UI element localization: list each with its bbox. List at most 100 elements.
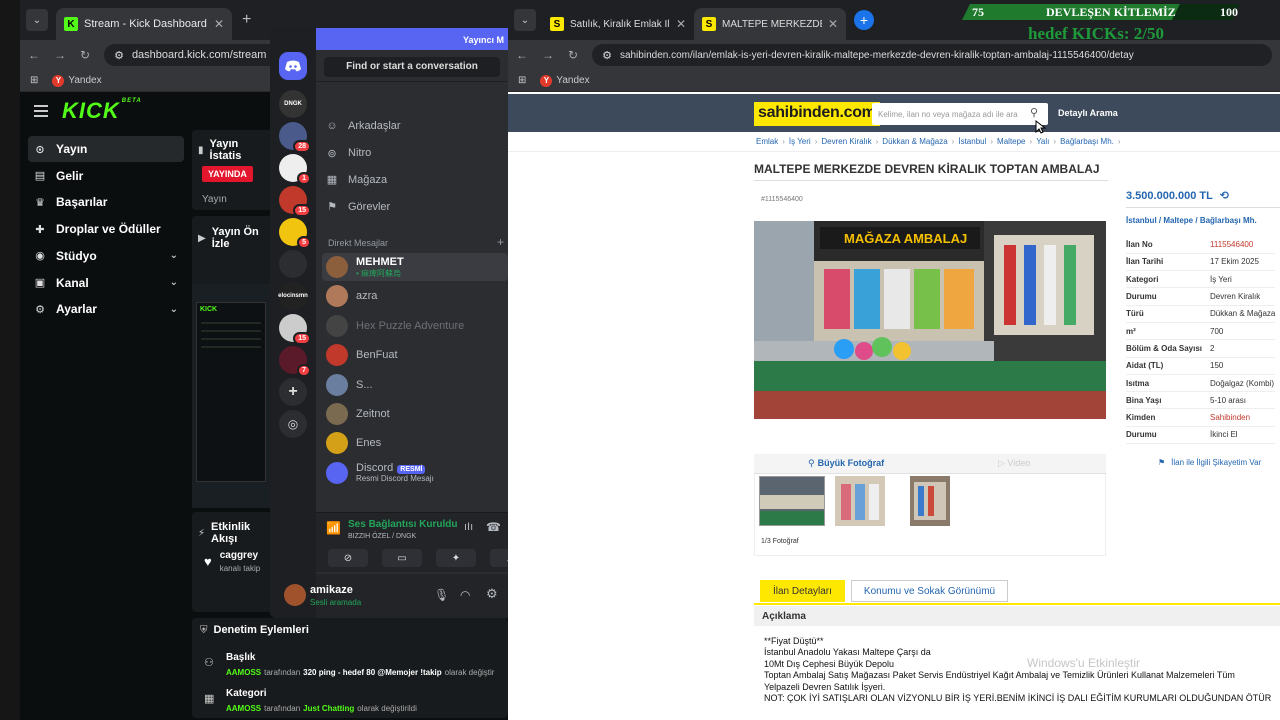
sidebar-item-7[interactable]: ⚙ Ayarlar ⌄ — [28, 296, 184, 322]
apps-grid-icon[interactable]: ⊞ — [518, 75, 526, 86]
new-dm-plus-icon[interactable]: + — [497, 235, 504, 249]
moderation-user[interactable]: AAMOSS — [226, 668, 261, 677]
screen-share-button[interactable]: ▭ — [382, 549, 422, 567]
detailed-search-link[interactable]: Detaylı Arama — [1058, 108, 1118, 118]
soundboard-button[interactable]: ♫ — [490, 549, 508, 567]
server-icon-8[interactable]: 15 — [279, 314, 311, 345]
kick-logo[interactable]: KICK BETA — [62, 98, 142, 124]
bookmark-yandex[interactable]: Y Yandex — [540, 74, 590, 87]
breadcrumb-item[interactable]: Devren Kiralık — [821, 137, 871, 146]
camera-off-button[interactable]: ⊘ — [328, 549, 368, 567]
location-neighborhood[interactable]: Bağlarbaşı Mh. — [1200, 216, 1257, 225]
close-tab-icon[interactable]: ✕ — [676, 17, 686, 31]
close-tab-icon[interactable]: ✕ — [828, 17, 838, 31]
sidebar-item-2[interactable]: ▤ Gelir — [28, 163, 184, 189]
breadcrumb-item[interactable]: Emlak — [756, 137, 778, 146]
server-icon-4[interactable]: 15 — [279, 186, 311, 217]
dm-item[interactable]: Hex Puzzle Adventure — [326, 312, 508, 340]
server-icon-6[interactable] — [279, 250, 307, 278]
big-photo-button[interactable]: ⚲ Büyük Fotoğraf — [808, 458, 884, 469]
reload-icon[interactable]: ↻ — [80, 48, 90, 62]
dm-item[interactable]: Enes — [326, 429, 508, 457]
new-tab-icon[interactable]: + — [854, 10, 874, 30]
sidebar-item-3[interactable]: ♛ Başarılar — [28, 189, 184, 215]
menu-hamburger-icon[interactable] — [34, 102, 48, 120]
breadcrumb-item[interactable]: Maltepe — [997, 137, 1025, 146]
breadcrumb-item[interactable]: İş Yeri — [789, 137, 811, 146]
sidebar-item-5[interactable]: ◉ Stüdyo ⌄ — [28, 243, 184, 269]
discord-nav-1[interactable]: ☺ Arkadaşlar — [326, 120, 400, 132]
sahibinden-logo[interactable]: sahibinden.com — [754, 102, 880, 126]
bookmark-yandex[interactable]: Y Yandex — [52, 74, 102, 87]
sidebar-item-4[interactable]: ✚ Droplar ve Ödüller — [28, 216, 184, 242]
chevron-down-icon[interactable]: ⌄ — [170, 277, 178, 288]
discord-nav-3[interactable]: ▦ Mağaza — [326, 173, 387, 187]
thumbnail-2[interactable] — [835, 476, 885, 526]
tab-listing-details[interactable]: İlan Detayları — [760, 580, 845, 602]
moderation-user[interactable]: AAMOSS — [226, 704, 261, 713]
breadcrumb-item[interactable]: Dükkan & Mağaza — [882, 137, 947, 146]
server-icon-7[interactable]: elocinsmn — [278, 282, 308, 310]
location-city[interactable]: İstanbul — [1126, 216, 1157, 225]
voice-channel[interactable]: BIZZIH ÖZEL / DNGK — [348, 533, 416, 540]
user-avatar[interactable] — [284, 584, 306, 606]
sahibinden-url-field[interactable]: ⚙ sahibinden.com/ilan/emlak-is-yeri-devr… — [592, 44, 1272, 66]
user-settings-gear-icon[interactable]: ⚙ — [486, 586, 498, 602]
server-icon-2[interactable]: 28 — [279, 122, 311, 153]
server-icon-1[interactable]: DNGK — [279, 90, 307, 118]
stream-preview-video[interactable]: KICK — [192, 284, 272, 508]
dm-item[interactable]: S... — [326, 371, 508, 399]
discord-nav-4[interactable]: ⚑ Görevler — [326, 200, 390, 214]
noise-wave-icon[interactable]: ıIı — [464, 521, 473, 533]
report-listing-link[interactable]: ⚑ İlan ile İlgili Şikayetim Var — [1158, 458, 1261, 467]
dm-item[interactable]: MEHMET • 痲痺阿蘇烏 — [322, 253, 508, 281]
tab-location-street-view[interactable]: Konumu ve Sokak Görünümü — [850, 580, 1009, 602]
apps-grid-icon[interactable]: ⊞ — [30, 75, 38, 86]
breadcrumb-item[interactable]: Bağlarbaşı Mh. — [1060, 137, 1114, 146]
thumbnail-1[interactable] — [759, 476, 825, 526]
forward-icon[interactable]: → — [54, 48, 66, 62]
search-magnifier-icon[interactable]: ⚲ — [1030, 106, 1038, 119]
listing-main-photo[interactable]: MAĞAZA AMBALAJ — [754, 221, 1106, 419]
disconnect-icon[interactable]: ☎ — [486, 520, 501, 534]
activities-button[interactable]: ✦ — [436, 549, 476, 567]
tab-search-icon[interactable]: ⌄ — [514, 9, 536, 31]
microphone-icon[interactable]: 🎙 — [434, 588, 449, 602]
server-icon-5[interactable]: 5 — [279, 218, 311, 249]
discord-nav-2[interactable]: ⊚ Nitro — [326, 147, 371, 160]
forward-icon[interactable]: → — [542, 48, 554, 62]
video-button[interactable]: ▷ Video — [998, 458, 1030, 469]
server-icon-9[interactable]: 7 — [279, 346, 311, 377]
location-district[interactable]: Maltepe — [1163, 216, 1193, 225]
add-server-icon[interactable]: + — [279, 378, 307, 406]
dm-item[interactable]: Discord RESMİ Resmi Discord Mesajı — [326, 459, 508, 487]
site-info-icon[interactable]: ⚙ — [602, 49, 612, 62]
breadcrumb-item[interactable]: Yalı — [1036, 137, 1049, 146]
back-icon[interactable]: ← — [516, 48, 528, 62]
dm-item[interactable]: BenFuat — [326, 341, 508, 369]
tab-sahibinden-listings[interactable]: S Satılık, Kiralık Emlak İlanları sah ✕ — [542, 8, 694, 40]
discord-home-icon[interactable] — [279, 52, 307, 80]
sidebar-item-6[interactable]: ▣ Kanal ⌄ — [28, 270, 184, 296]
price-history-icon[interactable]: ⟲ — [1220, 190, 1229, 202]
thumbnail-3[interactable] — [910, 476, 950, 526]
find-conversation-button[interactable]: Find or start a conversation — [324, 56, 500, 77]
listing-location[interactable]: İstanbul / Maltepe / Bağlarbaşı Mh. — [1126, 216, 1257, 225]
chevron-down-icon[interactable]: ⌄ — [170, 304, 178, 315]
site-search-input[interactable]: Kelime, ilan no veya mağaza adı ile ara — [872, 103, 1048, 125]
new-tab-icon[interactable]: + — [242, 11, 251, 29]
headphones-icon[interactable]: ◠ — [460, 588, 470, 602]
back-icon[interactable]: ← — [28, 48, 40, 62]
server-icon-3[interactable]: 1 — [279, 154, 311, 185]
tab-search-chevron-icon[interactable]: ⌄ — [26, 9, 48, 31]
dm-item[interactable]: Zeitnot — [326, 400, 508, 428]
reload-icon[interactable]: ↻ — [568, 48, 578, 62]
close-tab-icon[interactable]: ✕ — [214, 17, 224, 31]
sidebar-item-1[interactable]: ⊙ Yayın — [28, 136, 184, 162]
discover-compass-icon[interactable]: ◎ — [279, 410, 307, 438]
tab-maltepe-listing[interactable]: S MALTEPE MERKEZDE DEVREN K ✕ — [694, 8, 846, 40]
chevron-down-icon[interactable]: ⌄ — [170, 250, 178, 261]
site-info-icon[interactable]: ⚙ — [114, 49, 124, 62]
voice-status[interactable]: Ses Bağlantısı Kuruldu — [348, 519, 457, 530]
breadcrumb-item[interactable]: İstanbul — [958, 137, 986, 146]
